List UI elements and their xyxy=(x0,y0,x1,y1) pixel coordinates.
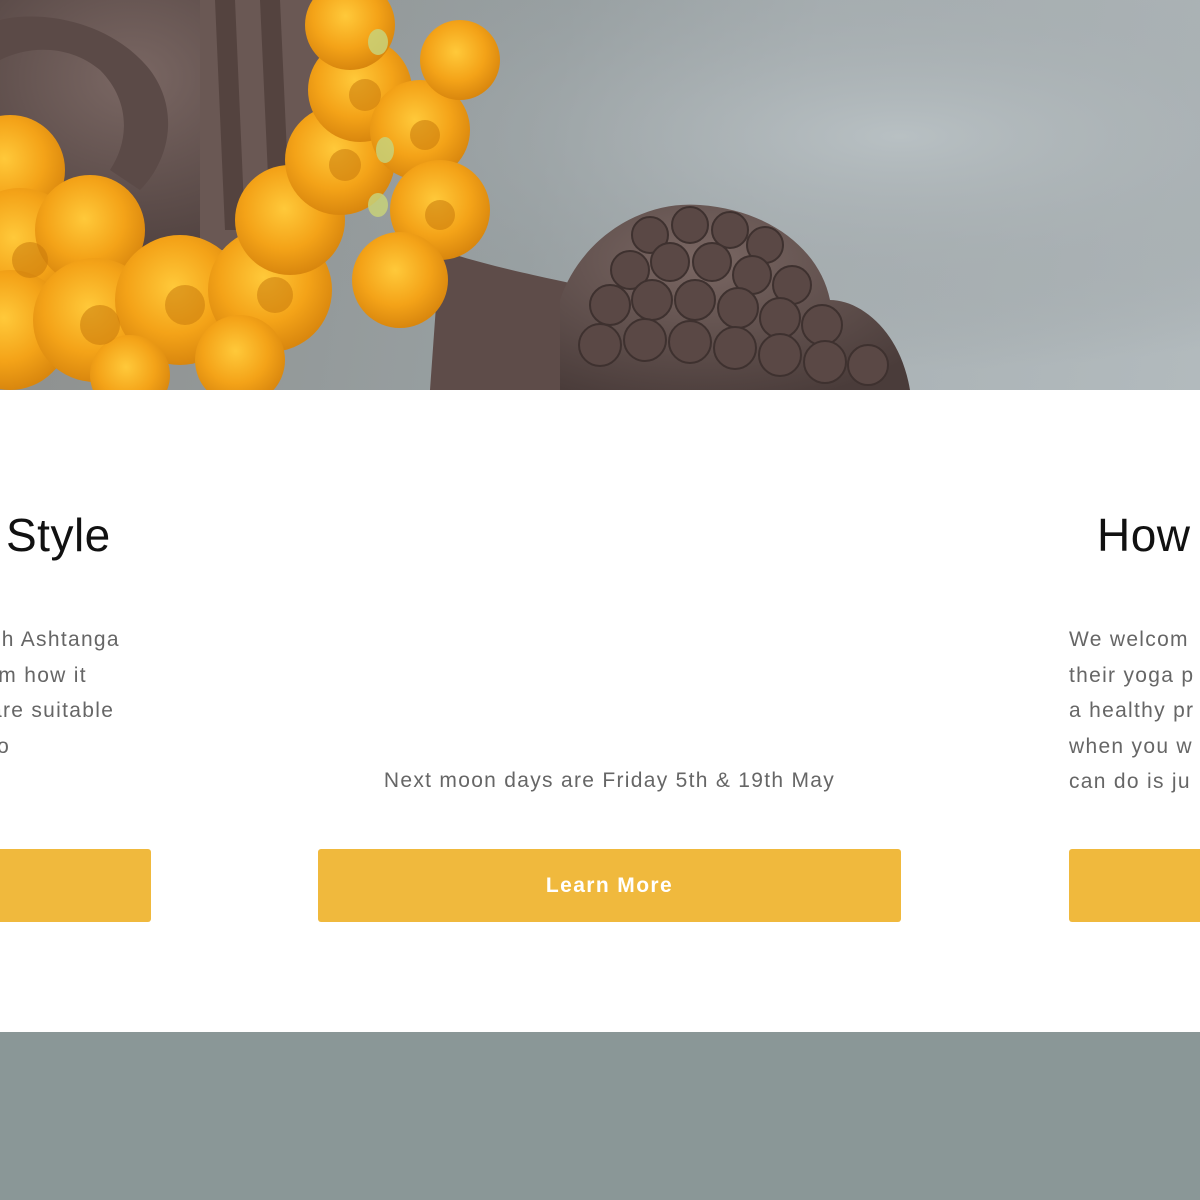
how-heading: How xyxy=(1097,509,1191,561)
hero-banner xyxy=(0,0,1200,390)
hero-image xyxy=(0,0,1200,390)
services-section: Style ch Ashtanga rm how it are suitable… xyxy=(0,390,1200,1032)
style-description: ch Ashtanga rm how it are suitable to xyxy=(0,628,120,758)
how-description: We welcom their yoga p a healthy pr when… xyxy=(1069,628,1195,793)
style-heading: Style xyxy=(6,509,111,561)
style-learn-more-button[interactable] xyxy=(0,849,151,922)
how-learn-more-button[interactable] xyxy=(1069,849,1200,922)
learn-more-button[interactable]: Learn More xyxy=(318,849,901,922)
footer xyxy=(0,1032,1200,1200)
moon-days-text: Next moon days are Friday 5th & 19th May xyxy=(383,769,836,792)
